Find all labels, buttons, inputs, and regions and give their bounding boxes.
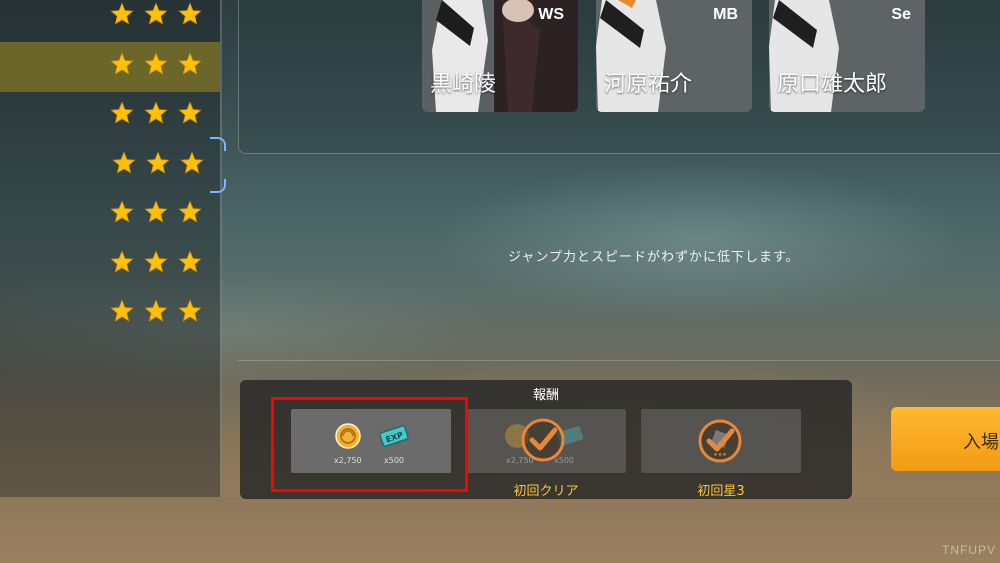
star-icon (144, 200, 168, 223)
reward-slot-first-star3[interactable]: ★★★ (641, 409, 801, 473)
stage-description: ジャンプ力とスピードがわずかに低下します。 (508, 250, 800, 265)
enter-button[interactable]: 入場 (891, 407, 1000, 471)
section-divider (238, 360, 1000, 361)
star-icon (178, 2, 202, 25)
stage-row[interactable] (0, 289, 220, 339)
stage-stars (110, 200, 202, 230)
stage-stars (110, 101, 202, 131)
star-icon (144, 2, 168, 25)
star-icon (178, 200, 202, 223)
stage-stars (110, 250, 202, 280)
bottom-bar (0, 497, 1000, 563)
star-icon (180, 151, 204, 174)
star-icon (144, 299, 168, 322)
star-icon (178, 52, 202, 75)
first-clear-label: 初回クリア (513, 484, 579, 499)
watermark: TNFUPV (942, 543, 996, 557)
character-position: Se (891, 6, 911, 23)
stage-row[interactable] (0, 190, 220, 240)
stage-stars (110, 299, 202, 329)
stage-row[interactable] (0, 141, 220, 191)
character-card[interactable]: Se 原口雄太郎 (769, 0, 925, 112)
character-name: 原口雄太郎 (777, 72, 888, 97)
star-icon (110, 101, 134, 124)
star-icon (144, 52, 168, 75)
stage-row[interactable] (0, 91, 220, 141)
character-position: WS (538, 6, 564, 23)
star-icon (144, 101, 168, 124)
selection-highlight (271, 397, 468, 492)
star-icon (112, 151, 136, 174)
stage-stars (110, 52, 202, 82)
star-icon (110, 52, 134, 75)
svg-text:★★★: ★★★ (713, 452, 727, 458)
stage-row[interactable] (0, 240, 220, 290)
star-icon (144, 250, 168, 273)
character-name: 黒崎陵 (430, 72, 497, 97)
star-icon (178, 101, 202, 124)
star-icon (110, 250, 134, 273)
stage-stars (112, 151, 204, 181)
star-icon (110, 2, 134, 25)
character-position: MB (713, 6, 738, 23)
character-card[interactable]: WS 黒崎陵 (422, 0, 578, 112)
star-icon (178, 299, 202, 322)
character-card[interactable]: MB 河原祐介 (596, 0, 752, 112)
enter-button-label: 入場 (963, 432, 999, 453)
scroll-indicator (210, 137, 226, 193)
star-icon (146, 151, 170, 174)
stage-row[interactable] (0, 42, 220, 92)
star-icon (110, 200, 134, 223)
stage-row[interactable] (0, 0, 220, 42)
star-icon (110, 299, 134, 322)
reward-slot-first-clear[interactable]: x2,750 x500 (466, 409, 626, 473)
character-name: 河原祐介 (604, 72, 693, 97)
stage-list-divider (220, 0, 222, 497)
claimed-check-icon (521, 418, 565, 462)
claimed-check-icon: ★★★ (698, 419, 742, 463)
star-icon (178, 250, 202, 273)
first-star3-label: 初回星3 (697, 484, 745, 499)
stage-stars (110, 2, 202, 32)
